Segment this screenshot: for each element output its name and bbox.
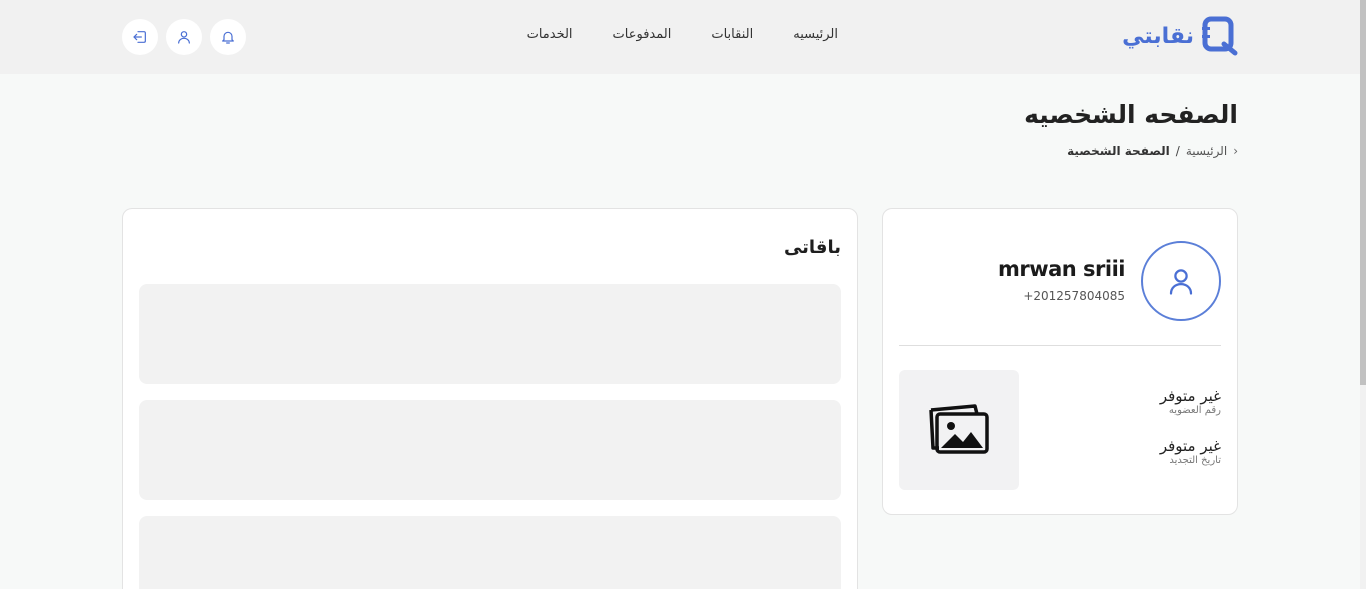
- breadcrumb: ‹ الرئيسية / الصفحة الشخصية: [1067, 144, 1238, 158]
- membership-number-value: غير متوفر: [1159, 387, 1221, 405]
- breadcrumb-home[interactable]: الرئيسية: [1186, 144, 1227, 158]
- membership-card-image[interactable]: [899, 370, 1019, 490]
- packages-title: باقاتى: [783, 237, 841, 258]
- main-nav: الرئيسيه النقابات المدفوعات الخدمات: [527, 27, 838, 42]
- brand-logo[interactable]: نقابتي: [1122, 14, 1238, 58]
- package-skeleton: [139, 516, 841, 589]
- nav-item-services[interactable]: الخدمات: [527, 27, 573, 42]
- breadcrumb-current: الصفحة الشخصية: [1067, 144, 1170, 158]
- packages-card: باقاتى: [122, 208, 858, 589]
- membership-number-block: غير متوفر رقم العضويه: [1160, 387, 1221, 416]
- renewal-date-block: غير متوفر تاريخ التجديد: [1160, 437, 1221, 466]
- image-placeholder-icon: [929, 404, 989, 454]
- user-avatar-icon: [1169, 269, 1193, 295]
- user-name: mrwan sriii: [997, 257, 1126, 281]
- user-icon: [178, 31, 190, 44]
- package-skeleton: [139, 400, 841, 500]
- renewal-date-value: غير متوفر: [1159, 437, 1221, 455]
- logout-icon: [133, 31, 146, 43]
- bell-icon: [222, 31, 234, 44]
- nav-item-payments[interactable]: المدفوعات: [613, 27, 672, 42]
- membership-number-label: رقم العضويه: [1168, 405, 1221, 416]
- logo-text: نقابتي: [1122, 23, 1194, 49]
- scrollbar-thumb[interactable]: [1360, 0, 1366, 385]
- notifications-button[interactable]: [210, 19, 246, 55]
- logo-mark-icon: [1202, 16, 1238, 56]
- avatar[interactable]: [1141, 241, 1221, 321]
- user-phone: +201257804085: [1023, 289, 1125, 303]
- nav-item-home[interactable]: الرئيسيه: [793, 27, 838, 42]
- nav-item-unions[interactable]: النقابات: [711, 27, 753, 42]
- page-title: الصفحه الشخصيه: [1024, 100, 1238, 129]
- chevron-left-icon: ‹: [1233, 144, 1238, 158]
- profile-button[interactable]: [166, 19, 202, 55]
- package-skeleton: [139, 284, 841, 384]
- divider: [899, 345, 1221, 346]
- logout-button[interactable]: [122, 19, 158, 55]
- breadcrumb-separator: /: [1175, 144, 1180, 158]
- top-header: نقابتي الرئيسيه النقابات المدفوعات الخدم…: [0, 0, 1360, 74]
- header-actions: [122, 19, 246, 55]
- profile-card: mrwan sriii +201257804085 غير متوفر رقم …: [882, 208, 1238, 515]
- renewal-date-label: تاريخ التجديد: [1169, 455, 1221, 466]
